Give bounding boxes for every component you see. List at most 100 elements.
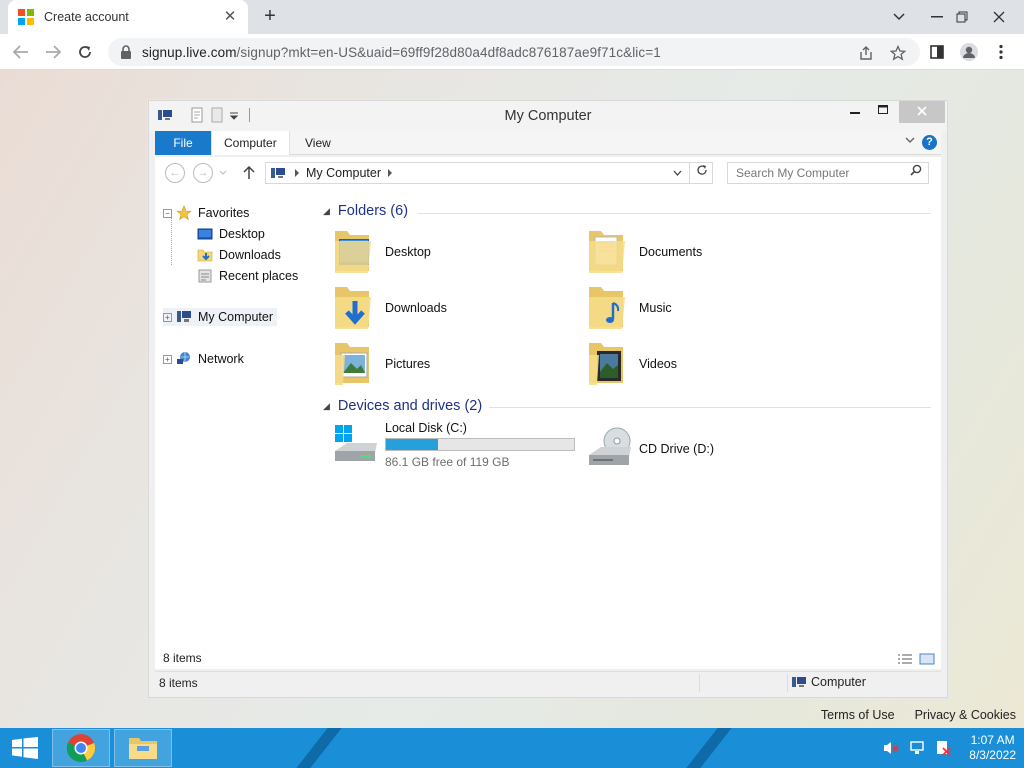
clock[interactable]: 1:07 AM 8/3/2022: [969, 733, 1016, 763]
item-count: 8 items: [163, 651, 202, 665]
collapse-icon[interactable]: −: [163, 208, 172, 218]
explorer-forward-icon[interactable]: →: [193, 163, 213, 183]
tab-computer[interactable]: Computer: [211, 131, 290, 155]
lock-icon: [121, 45, 131, 59]
music-folder-icon: [589, 287, 625, 329]
drive-local-disk-c[interactable]: Local Disk (C:) 86.1 GB free of 119 GB: [331, 421, 575, 469]
recent-places-icon: [198, 269, 212, 283]
nav-recent-places[interactable]: Recent places: [197, 268, 298, 284]
recent-locations-chevron-icon[interactable]: [219, 170, 227, 176]
folder-pictures[interactable]: Pictures: [331, 339, 430, 389]
downloads-folder-icon: [335, 287, 371, 329]
explorer-maximize-icon[interactable]: [869, 101, 897, 123]
file-explorer-icon: [129, 738, 157, 759]
folder-downloads-label: Downloads: [385, 301, 447, 315]
folder-videos[interactable]: Videos: [585, 339, 677, 389]
folder-documents-label: Documents: [639, 245, 703, 259]
more-menu-icon[interactable]: [988, 39, 1014, 65]
pictures-folder-icon: [335, 343, 369, 385]
search-icon[interactable]: [910, 163, 922, 183]
taskbar-file-explorer[interactable]: [114, 729, 172, 767]
status-location: Computer: [791, 675, 866, 689]
reload-icon[interactable]: [72, 39, 98, 65]
section-collapse-icon[interactable]: ◢: [323, 401, 330, 412]
volume-muted-icon[interactable]: [883, 740, 899, 756]
action-center-icon[interactable]: [935, 740, 951, 756]
large-icons-view-icon[interactable]: [919, 653, 935, 665]
breadcrumb-arrow-icon[interactable]: [294, 169, 300, 177]
expand-icon[interactable]: +: [163, 354, 172, 364]
explorer-window: My Computer File Computer View ? ← → My …: [148, 100, 948, 698]
forward-arrow-icon[interactable]: [40, 39, 66, 65]
start-button[interactable]: [0, 728, 50, 768]
restore-icon[interactable]: [945, 0, 979, 34]
taskbar-chrome[interactable]: [52, 729, 110, 767]
share-icon[interactable]: [858, 45, 874, 61]
side-panel-icon[interactable]: [924, 39, 950, 65]
section-collapse-icon[interactable]: ◢: [323, 206, 330, 217]
back-arrow-icon[interactable]: [8, 39, 34, 65]
clock-date: 8/3/2022: [969, 748, 1016, 762]
url-path: /signup?mkt=en-US&uaid=69ff9f28d80a4df8a…: [236, 44, 661, 60]
profile-avatar-icon[interactable]: [956, 39, 982, 65]
nav-my-computer[interactable]: + My Computer: [163, 308, 278, 326]
tab-file[interactable]: File: [155, 131, 211, 155]
drive-c-free-space: 86.1 GB free of 119 GB: [385, 455, 510, 469]
terms-of-use-link[interactable]: Terms of Use: [821, 708, 895, 722]
search-input[interactable]: Search My Computer: [727, 162, 929, 184]
explorer-back-icon[interactable]: ←: [165, 163, 185, 183]
details-view-icon[interactable]: [897, 653, 913, 665]
explorer-close-icon[interactable]: [899, 101, 945, 123]
nav-downloads[interactable]: Downloads: [197, 247, 281, 263]
address-row: ← → My Computer Search My Computer: [155, 157, 941, 189]
breadcrumb-arrow-icon[interactable]: [387, 169, 393, 177]
close-window-icon[interactable]: [982, 0, 1016, 34]
nav-network-label: Network: [198, 352, 244, 366]
status-location-label: Computer: [811, 675, 866, 689]
address-bar[interactable]: signup.live.com/signup?mkt=en-US&uaid=69…: [108, 38, 920, 66]
tab-search-chevron-icon[interactable]: [882, 0, 916, 34]
folders-section-header[interactable]: ◢ Folders (6): [323, 203, 408, 219]
downloads-folder-icon: [197, 249, 213, 262]
drive-cd-d[interactable]: CD Drive (D:): [585, 425, 714, 473]
search-placeholder: Search My Computer: [736, 166, 850, 180]
nav-my-computer-label: My Computer: [198, 310, 274, 324]
nav-recent-places-label: Recent places: [219, 269, 299, 283]
devices-section-header[interactable]: ◢ Devices and drives (2): [323, 398, 482, 414]
nav-desktop[interactable]: Desktop: [197, 226, 265, 242]
folder-music[interactable]: Music: [585, 283, 672, 333]
folders-header-label: Folders (6): [337, 203, 409, 219]
url-host: signup.live.com: [142, 44, 237, 60]
nav-favorites[interactable]: − Favorites: [163, 205, 249, 221]
tab-title: Create account: [44, 10, 129, 24]
breadcrumb-my-computer[interactable]: My Computer: [306, 166, 381, 180]
address-box[interactable]: My Computer: [265, 162, 713, 184]
drive-c-usage-bar: [385, 438, 575, 451]
folder-desktop[interactable]: Desktop: [331, 227, 431, 277]
privacy-cookies-link[interactable]: Privacy & Cookies: [915, 708, 1016, 722]
windows-logo-icon: [12, 737, 38, 759]
help-icon[interactable]: ?: [922, 135, 937, 150]
computer-address-icon: [271, 168, 285, 178]
nav-network[interactable]: + Network: [163, 351, 244, 367]
desktop-folder-icon: [335, 231, 371, 273]
refresh-icon[interactable]: [689, 162, 713, 184]
new-tab-button[interactable]: +: [258, 5, 282, 29]
ribbon-expand-chevron-icon[interactable]: [905, 136, 915, 147]
folder-videos-label: Videos: [639, 357, 677, 371]
browser-tabstrip: Create account ✕ +: [0, 0, 1024, 34]
tab-view[interactable]: View: [293, 131, 343, 155]
network-tray-icon[interactable]: [909, 740, 925, 756]
network-icon: [177, 352, 190, 364]
navigation-pane: − Favorites Desktop Downloads Recent pla…: [155, 189, 315, 639]
folder-downloads[interactable]: Downloads: [331, 283, 447, 333]
tab-close-icon[interactable]: ✕: [222, 9, 238, 25]
address-dropdown-icon[interactable]: [673, 170, 682, 176]
expand-icon[interactable]: +: [163, 312, 172, 322]
explorer-minimize-icon[interactable]: [841, 101, 869, 123]
bookmark-star-icon[interactable]: [889, 44, 907, 61]
microsoft-logo-icon: [18, 9, 34, 25]
up-arrow-icon[interactable]: [243, 166, 255, 180]
folder-documents[interactable]: Documents: [585, 227, 702, 277]
browser-tab-create-account[interactable]: Create account ✕: [8, 0, 248, 34]
